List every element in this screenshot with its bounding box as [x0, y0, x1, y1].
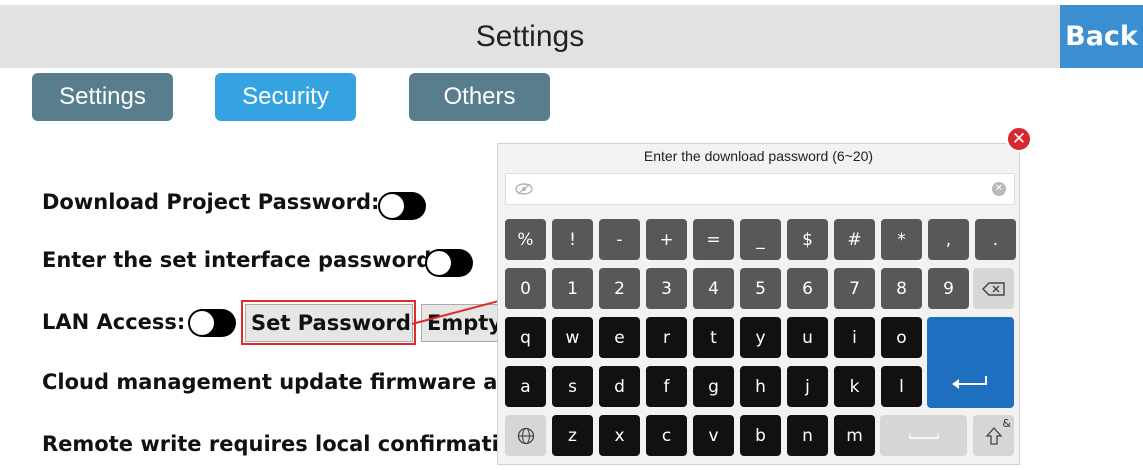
- key-w[interactable]: w: [552, 317, 593, 358]
- key-j[interactable]: j: [787, 366, 828, 407]
- set-interface-password-toggle[interactable]: [425, 249, 473, 277]
- key-3[interactable]: 3: [646, 268, 687, 309]
- key-r[interactable]: r: [646, 317, 687, 358]
- backspace-key[interactable]: [973, 268, 1014, 309]
- key-i[interactable]: i: [834, 317, 875, 358]
- key-7[interactable]: 7: [834, 268, 875, 309]
- password-field[interactable]: [544, 178, 978, 202]
- password-input[interactable]: ✕: [505, 173, 1015, 205]
- key-symbol-6[interactable]: $: [787, 219, 828, 260]
- key-u[interactable]: u: [787, 317, 828, 358]
- key-o[interactable]: o: [881, 317, 922, 358]
- enter-icon: [951, 375, 987, 389]
- key-symbol-10[interactable]: .: [975, 219, 1016, 260]
- key-symbol-9[interactable]: ,: [928, 219, 969, 260]
- key-0[interactable]: 0: [505, 268, 546, 309]
- key-b[interactable]: b: [740, 415, 781, 456]
- key-v[interactable]: v: [693, 415, 734, 456]
- key-t[interactable]: t: [693, 317, 734, 358]
- key-z[interactable]: z: [552, 415, 593, 456]
- key-d[interactable]: d: [599, 366, 640, 407]
- enter-key[interactable]: [927, 317, 1014, 408]
- key-symbol-1[interactable]: !: [552, 219, 593, 260]
- key-c[interactable]: c: [646, 415, 687, 456]
- key-symbol-7[interactable]: #: [834, 219, 875, 260]
- key-x[interactable]: x: [599, 415, 640, 456]
- toggle-knob: [380, 194, 404, 218]
- key-4[interactable]: 4: [693, 268, 734, 309]
- close-icon[interactable]: ✕: [1006, 126, 1032, 152]
- toggle-knob: [190, 311, 214, 335]
- key-y[interactable]: y: [740, 317, 781, 358]
- shift-secondary-label: &: [1002, 417, 1011, 430]
- key-9[interactable]: 9: [928, 268, 969, 309]
- clear-icon[interactable]: ✕: [992, 182, 1006, 196]
- shift-key[interactable]: &: [973, 415, 1014, 456]
- set-interface-password-label: Enter the set interface password:: [42, 248, 440, 272]
- toggle-knob: [427, 251, 451, 275]
- key-symbol-8[interactable]: *: [881, 219, 922, 260]
- key-k[interactable]: k: [834, 366, 875, 407]
- page-title: Settings: [0, 5, 1060, 68]
- key-f[interactable]: f: [646, 366, 687, 407]
- shift-icon: [985, 426, 1002, 445]
- eye-off-icon[interactable]: [515, 183, 533, 195]
- key-a[interactable]: a: [505, 366, 546, 407]
- back-button[interactable]: Back: [1060, 5, 1143, 68]
- space-key[interactable]: [880, 415, 967, 456]
- key-2[interactable]: 2: [599, 268, 640, 309]
- set-password-highlight: [241, 300, 416, 345]
- key-8[interactable]: 8: [881, 268, 922, 309]
- cloud-management-label: Cloud management update firmware and: [42, 370, 528, 394]
- lan-access-toggle[interactable]: [188, 309, 236, 337]
- key-e[interactable]: e: [599, 317, 640, 358]
- key-m[interactable]: m: [834, 415, 875, 456]
- globe-icon: [517, 427, 534, 444]
- remote-write-label: Remote write requires local confirmation…: [42, 432, 537, 456]
- key-s[interactable]: s: [552, 366, 593, 407]
- download-password-label: Download Project Password:: [42, 190, 380, 214]
- key-g[interactable]: g: [693, 366, 734, 407]
- globe-key[interactable]: [505, 415, 546, 456]
- download-password-toggle[interactable]: [378, 192, 426, 220]
- key-symbol-4[interactable]: =: [693, 219, 734, 260]
- key-h[interactable]: h: [740, 366, 781, 407]
- key-symbol-5[interactable]: _: [740, 219, 781, 260]
- key-symbol-0[interactable]: %: [505, 219, 546, 260]
- tab-others[interactable]: Others: [409, 73, 550, 121]
- key-n[interactable]: n: [787, 415, 828, 456]
- tab-settings[interactable]: Settings: [32, 73, 173, 121]
- key-q[interactable]: q: [505, 317, 546, 358]
- backspace-icon: [981, 281, 1005, 296]
- key-symbol-3[interactable]: +: [646, 219, 687, 260]
- space-icon: [908, 432, 939, 439]
- tab-security[interactable]: Security: [215, 73, 356, 121]
- key-symbol-2[interactable]: -: [599, 219, 640, 260]
- key-5[interactable]: 5: [740, 268, 781, 309]
- key-1[interactable]: 1: [552, 268, 593, 309]
- lan-access-label: LAN Access:: [42, 310, 186, 334]
- keyboard-title: Enter the download password (6~20): [643, 148, 874, 164]
- key-6[interactable]: 6: [787, 268, 828, 309]
- key-l[interactable]: l: [881, 366, 922, 407]
